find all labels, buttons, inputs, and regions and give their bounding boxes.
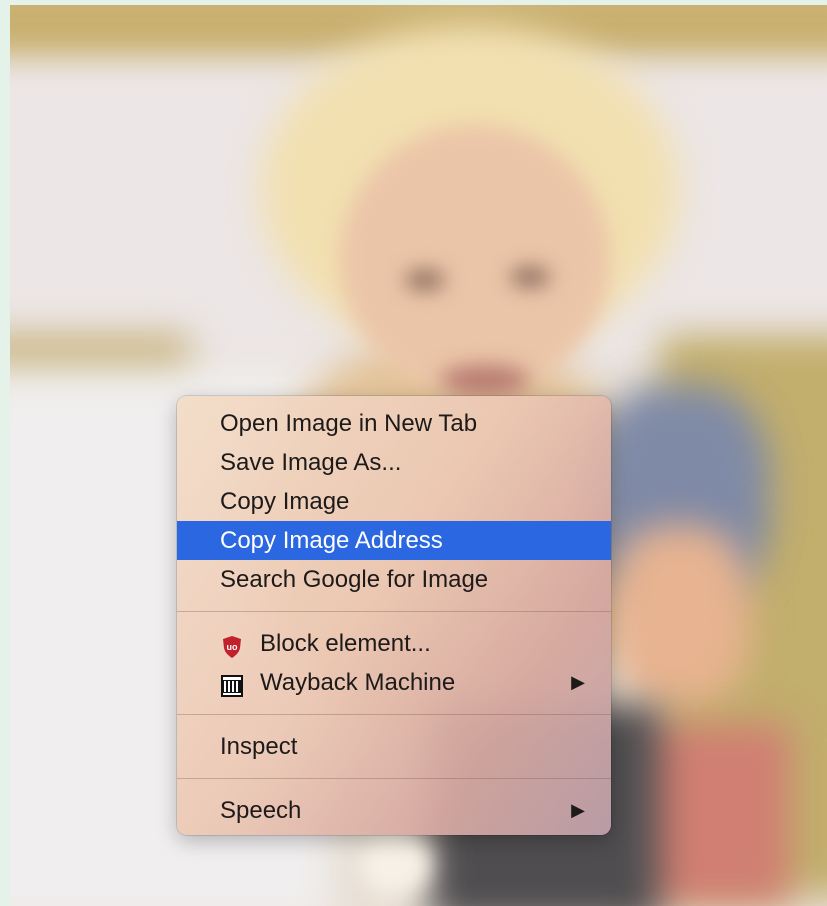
wayback-machine-icon bbox=[220, 671, 244, 697]
menu-item-speech[interactable]: Speech ▶ bbox=[177, 791, 611, 830]
menu-item-search-google-for-image[interactable]: Search Google for Image bbox=[177, 560, 611, 599]
menu-item-label: Inspect bbox=[220, 733, 298, 760]
menu-item-label: Copy Image bbox=[220, 488, 350, 515]
menu-item-wayback-machine[interactable]: Wayback Machine ▶ bbox=[177, 663, 611, 702]
menu-item-open-image-new-tab[interactable]: Open Image in New Tab bbox=[177, 404, 611, 443]
svg-text:uo: uo bbox=[227, 642, 238, 652]
ublock-shield-icon: uo bbox=[220, 632, 244, 658]
menu-item-label: Search Google for Image bbox=[220, 566, 489, 593]
menu-item-inspect[interactable]: Inspect bbox=[177, 727, 611, 766]
menu-separator bbox=[177, 778, 611, 779]
menu-item-label: Save Image As... bbox=[220, 449, 402, 476]
menu-item-label: Wayback Machine bbox=[260, 669, 456, 696]
submenu-arrow-icon: ▶ bbox=[571, 672, 585, 692]
menu-item-label: Block element... bbox=[260, 630, 431, 657]
menu-item-block-element[interactable]: uo Block element... bbox=[177, 624, 611, 663]
menu-item-label: Speech bbox=[220, 797, 302, 824]
context-menu: Open Image in New Tab Save Image As... C… bbox=[177, 396, 611, 835]
menu-item-label: Copy Image Address bbox=[220, 527, 443, 554]
menu-item-copy-image-address[interactable]: Copy Image Address bbox=[177, 521, 611, 560]
menu-item-save-image-as[interactable]: Save Image As... bbox=[177, 443, 611, 482]
submenu-arrow-icon: ▶ bbox=[571, 800, 585, 820]
menu-separator bbox=[177, 714, 611, 715]
menu-separator bbox=[177, 611, 611, 612]
menu-item-label: Open Image in New Tab bbox=[220, 410, 478, 437]
menu-item-copy-image[interactable]: Copy Image bbox=[177, 482, 611, 521]
